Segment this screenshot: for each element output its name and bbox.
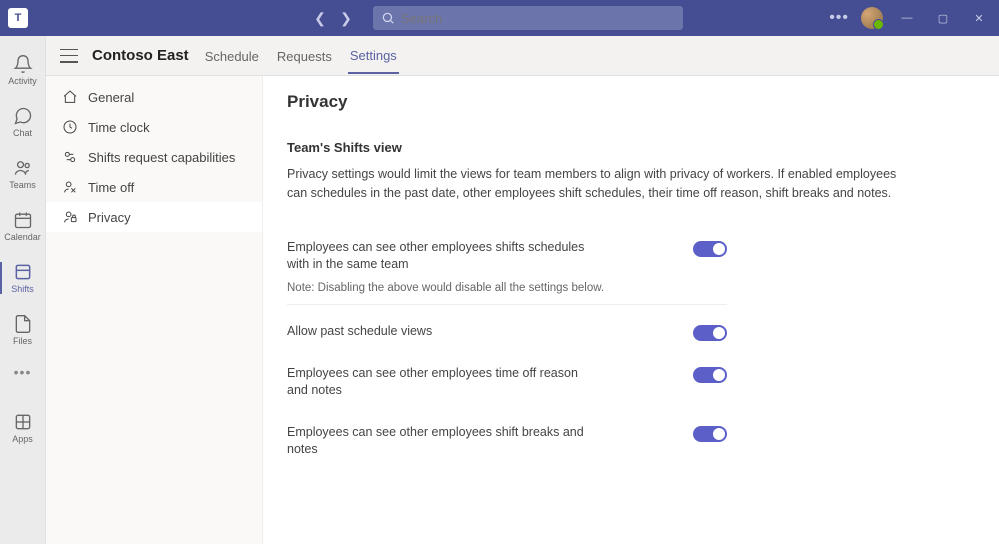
rail-label: Teams bbox=[9, 180, 36, 190]
setting-label: Employees can see other employees shift … bbox=[287, 424, 587, 459]
rail-item-chat[interactable]: Chat bbox=[0, 98, 46, 146]
bell-icon bbox=[13, 54, 33, 74]
chat-icon bbox=[13, 106, 33, 126]
search-box[interactable] bbox=[373, 6, 683, 30]
rail-item-files[interactable]: Files bbox=[0, 306, 46, 354]
timeoff-icon bbox=[62, 179, 78, 195]
privacy-icon bbox=[62, 209, 78, 225]
setting-label: Employees can see other employees shifts… bbox=[287, 239, 587, 274]
toggle-past-views[interactable] bbox=[693, 325, 727, 341]
section-description: Privacy settings would limit the views f… bbox=[287, 165, 907, 203]
page-title: Privacy bbox=[287, 92, 971, 112]
settings-nav-time-clock[interactable]: Time clock bbox=[46, 112, 262, 142]
rail-more-button[interactable]: ••• bbox=[14, 364, 32, 380]
setting-label: Allow past schedule views bbox=[287, 323, 432, 341]
file-icon bbox=[13, 314, 33, 334]
rail-label: Apps bbox=[12, 434, 33, 444]
title-bar: T ❮ ❯ ••• — ▢ ✕ bbox=[0, 0, 999, 36]
menu-toggle-button[interactable] bbox=[60, 49, 78, 63]
settings-nav-label: Time clock bbox=[88, 120, 150, 135]
rail-label: Files bbox=[13, 336, 32, 346]
swap-icon bbox=[62, 149, 78, 165]
rail-label: Activity bbox=[8, 76, 37, 86]
app-rail: Activity Chat Teams Calendar Shifts File… bbox=[0, 36, 46, 544]
rail-item-activity[interactable]: Activity bbox=[0, 46, 46, 94]
rail-label: Calendar bbox=[4, 232, 41, 242]
page-header: Contoso East Schedule Requests Settings bbox=[46, 36, 999, 76]
people-icon bbox=[13, 158, 33, 178]
toggle-see-shifts[interactable] bbox=[693, 241, 727, 257]
section-title: Team's Shifts view bbox=[287, 140, 971, 155]
apps-icon bbox=[13, 412, 33, 432]
rail-item-teams[interactable]: Teams bbox=[0, 150, 46, 198]
user-avatar[interactable] bbox=[861, 7, 883, 29]
calendar-icon bbox=[13, 210, 33, 230]
content-area: Privacy Team's Shifts view Privacy setti… bbox=[262, 76, 999, 544]
settings-nav-label: Time off bbox=[88, 180, 134, 195]
settings-nav-general[interactable]: General bbox=[46, 82, 262, 112]
setting-row-shift-breaks: Employees can see other employees shift … bbox=[287, 412, 727, 471]
setting-row-see-shifts: Employees can see other employees shifts… bbox=[287, 227, 727, 286]
shifts-icon bbox=[13, 262, 33, 282]
body-area: General Time clock Shifts request capabi… bbox=[46, 76, 999, 544]
forward-button[interactable]: ❯ bbox=[335, 7, 357, 29]
settings-nav-label: General bbox=[88, 90, 134, 105]
settings-nav-label: Shifts request capabilities bbox=[88, 150, 235, 165]
toggle-timeoff-reason[interactable] bbox=[693, 367, 727, 383]
minimize-button[interactable]: — bbox=[895, 6, 919, 30]
settings-nav-privacy[interactable]: Privacy bbox=[46, 202, 262, 232]
settings-nav: General Time clock Shifts request capabi… bbox=[46, 76, 262, 544]
team-name: Contoso East bbox=[92, 47, 189, 64]
rail-label: Shifts bbox=[11, 284, 34, 294]
setting-note: Note: Disabling the above would disable … bbox=[287, 282, 971, 294]
settings-nav-label: Privacy bbox=[88, 210, 131, 225]
rail-item-calendar[interactable]: Calendar bbox=[0, 202, 46, 250]
toggle-shift-breaks[interactable] bbox=[693, 426, 727, 442]
more-options-button[interactable]: ••• bbox=[829, 9, 849, 27]
rail-item-shifts[interactable]: Shifts bbox=[0, 254, 46, 302]
search-icon bbox=[381, 11, 395, 25]
home-icon bbox=[62, 89, 78, 105]
settings-nav-requests[interactable]: Shifts request capabilities bbox=[46, 142, 262, 172]
search-input[interactable] bbox=[401, 11, 675, 26]
setting-row-timeoff-reason: Employees can see other employees time o… bbox=[287, 353, 727, 412]
divider bbox=[287, 304, 727, 305]
close-button[interactable]: ✕ bbox=[967, 6, 991, 30]
tab-requests[interactable]: Requests bbox=[275, 38, 334, 73]
clock-icon bbox=[62, 119, 78, 135]
settings-nav-time-off[interactable]: Time off bbox=[46, 172, 262, 202]
back-button[interactable]: ❮ bbox=[309, 7, 331, 29]
setting-label: Employees can see other employees time o… bbox=[287, 365, 587, 400]
rail-item-apps[interactable]: Apps bbox=[0, 404, 46, 452]
setting-row-past-views: Allow past schedule views bbox=[287, 311, 727, 353]
teams-app-icon: T bbox=[8, 8, 28, 28]
tab-settings[interactable]: Settings bbox=[348, 37, 399, 74]
maximize-button[interactable]: ▢ bbox=[931, 6, 955, 30]
rail-label: Chat bbox=[13, 128, 32, 138]
tab-schedule[interactable]: Schedule bbox=[203, 38, 261, 73]
